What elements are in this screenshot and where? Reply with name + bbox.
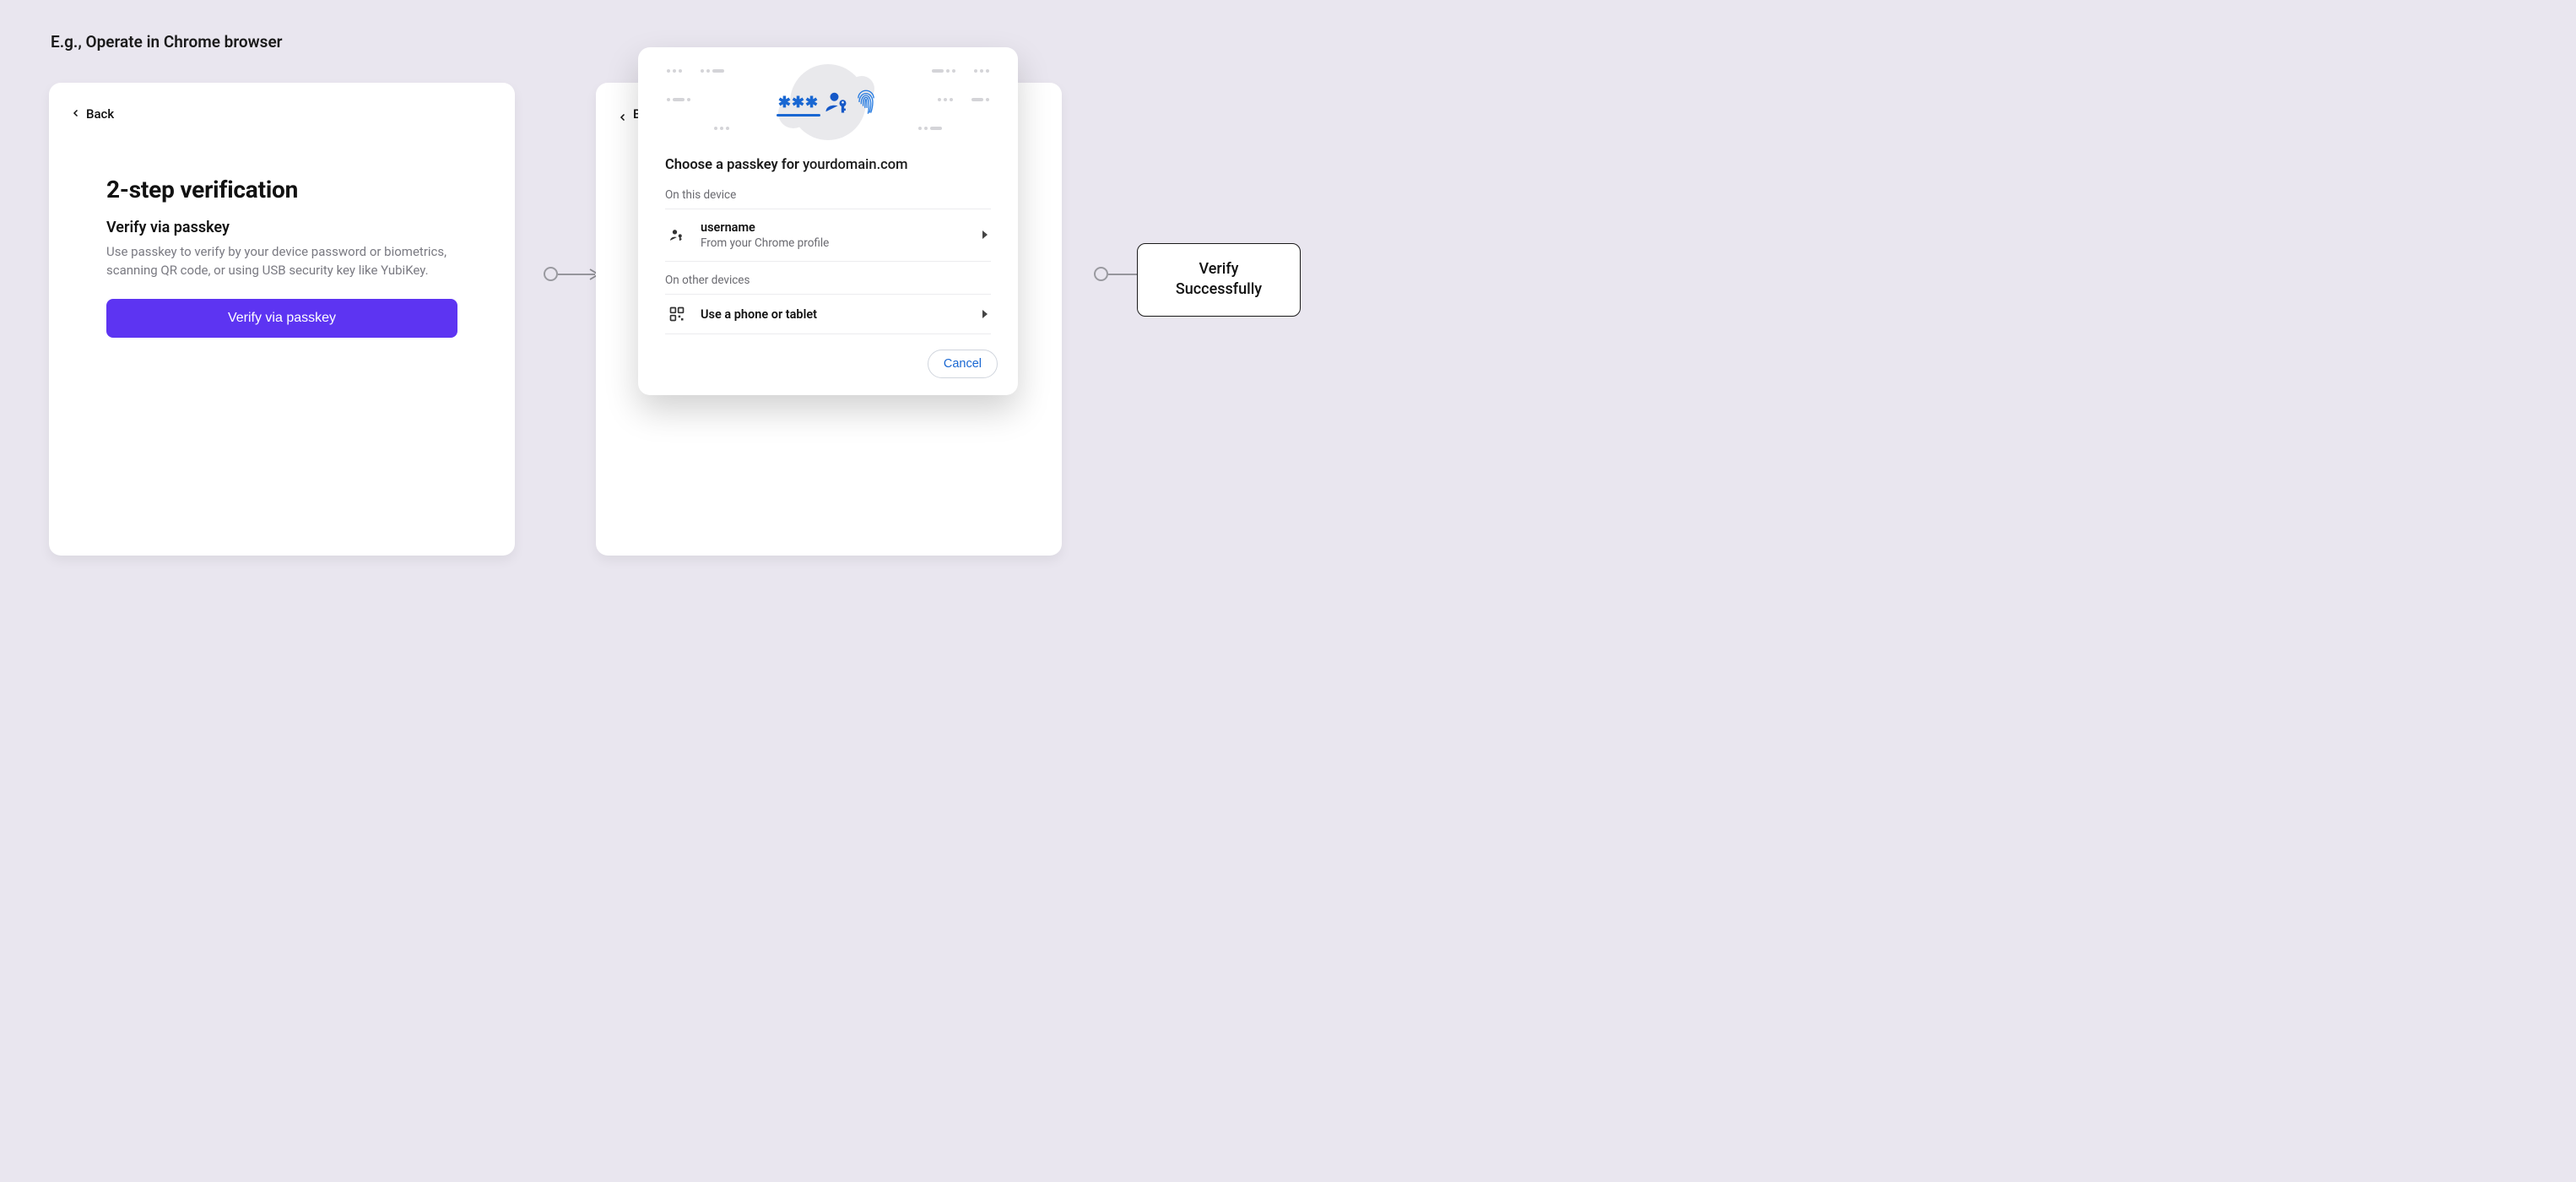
result-line1: Verify bbox=[1146, 259, 1291, 279]
passkey-user-icon bbox=[824, 89, 849, 115]
qr-devices-icon bbox=[667, 306, 687, 323]
passkey-option-profile[interactable]: username From your Chrome profile bbox=[665, 209, 991, 262]
option1-subtitle: From your Chrome profile bbox=[701, 236, 967, 250]
page-example-title: E.g., Operate in Chrome browser bbox=[51, 32, 283, 52]
dialog-title: Choose a passkey for yourdomain.com bbox=[665, 157, 991, 173]
flow-start-dot-icon bbox=[1094, 267, 1108, 281]
dialog-title-domain: yourdomain.com bbox=[803, 157, 907, 173]
dialog-title-prefix: Choose a passkey for bbox=[665, 157, 803, 173]
password-asterisks-icon: ✱✱✱ bbox=[778, 94, 819, 111]
dialog-illustration: ✱✱✱ bbox=[638, 56, 1018, 149]
chevron-right-icon bbox=[981, 227, 989, 243]
step1-description: Use passkey to verify by your device pas… bbox=[106, 243, 457, 280]
result-box: Verify Successfully bbox=[1137, 243, 1301, 317]
chevron-right-icon bbox=[981, 306, 989, 323]
chevron-left-icon bbox=[618, 110, 628, 126]
result-line2: Successfully bbox=[1146, 279, 1291, 300]
section-this-device-label: On this device bbox=[665, 188, 991, 202]
option2-title: Use a phone or tablet bbox=[701, 307, 967, 322]
fingerprint-icon bbox=[854, 89, 878, 116]
passkey-chooser-dialog: ✱✱✱ bbox=[638, 47, 1018, 395]
step1-heading: 2-step verification bbox=[106, 176, 457, 203]
step1-card: Back 2-step verification Verify via pass… bbox=[49, 83, 515, 556]
back-label: Back bbox=[86, 106, 114, 122]
cancel-button[interactable]: Cancel bbox=[928, 350, 998, 378]
flow-arrow-1 bbox=[544, 267, 603, 281]
chevron-left-icon bbox=[71, 106, 81, 122]
passkey-option-phone-tablet[interactable]: Use a phone or tablet bbox=[665, 294, 991, 334]
option1-title: username bbox=[701, 220, 967, 235]
back-button[interactable]: Back bbox=[71, 106, 114, 122]
user-passkey-icon bbox=[667, 227, 687, 244]
step1-subheading: Verify via passkey bbox=[106, 219, 457, 236]
section-other-devices-label: On other devices bbox=[665, 274, 991, 287]
verify-via-passkey-button[interactable]: Verify via passkey bbox=[106, 299, 457, 338]
flow-start-dot-icon bbox=[544, 267, 558, 281]
